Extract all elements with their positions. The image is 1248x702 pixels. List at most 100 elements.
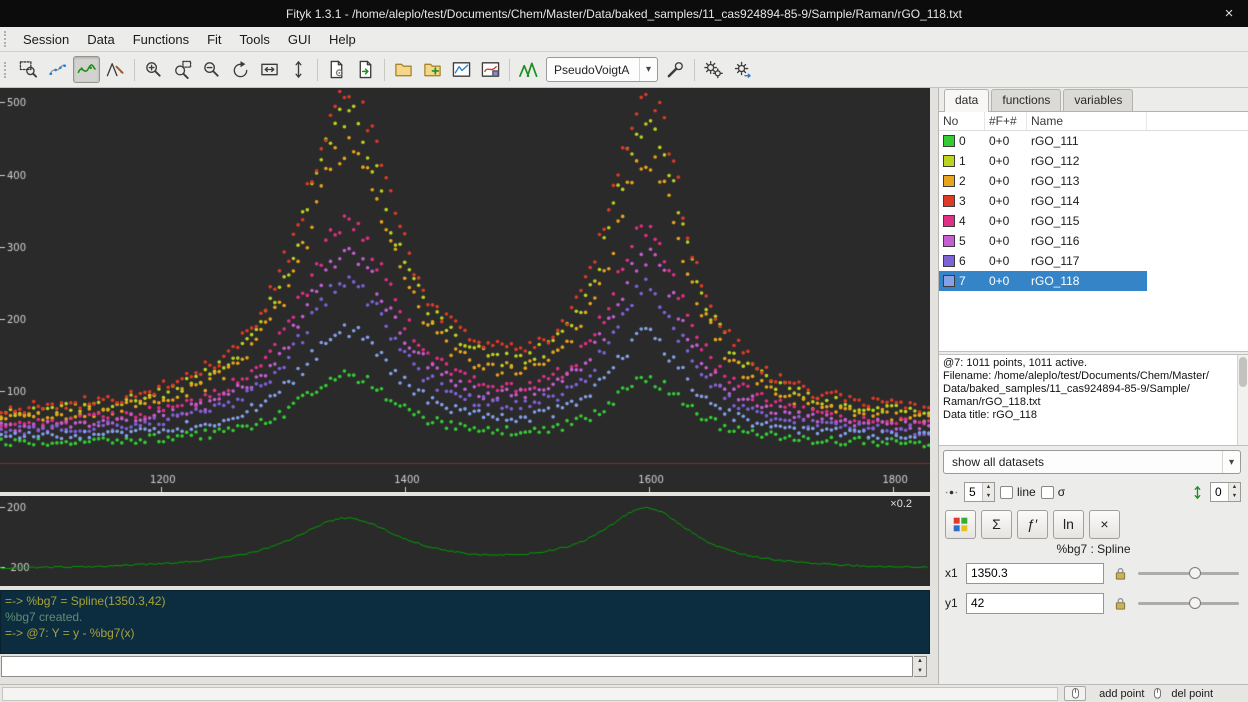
dataset-index: 2 bbox=[959, 174, 966, 188]
data-export-button[interactable] bbox=[477, 56, 504, 83]
data-range-mode-button[interactable] bbox=[44, 56, 71, 83]
line-checkbox[interactable]: line bbox=[1000, 485, 1036, 499]
color-swatch[interactable] bbox=[943, 215, 955, 227]
load-data-button[interactable] bbox=[390, 56, 417, 83]
lock-icon[interactable] bbox=[1110, 593, 1130, 613]
zoom-vertical-button[interactable] bbox=[285, 56, 312, 83]
spinner-down-icon[interactable]: ▼ bbox=[983, 492, 994, 501]
tab-variables[interactable]: variables bbox=[1063, 89, 1133, 111]
zoom-previous-button[interactable] bbox=[227, 56, 254, 83]
command-history-spinner[interactable]: ▲ ▼ bbox=[914, 656, 927, 677]
zoom-all-button[interactable] bbox=[256, 56, 283, 83]
param-x1-input[interactable] bbox=[966, 563, 1104, 584]
dataset-colors-button[interactable] bbox=[945, 510, 976, 539]
menu-data[interactable]: Data bbox=[78, 29, 123, 50]
mouse-hints-button[interactable] bbox=[1064, 686, 1086, 701]
dataset-row-rGO_118[interactable]: 70+0rGO_118 bbox=[939, 271, 1248, 291]
aux-plot[interactable]: ×0.2 bbox=[0, 496, 930, 586]
color-swatch[interactable] bbox=[943, 235, 955, 247]
toolbar-grip[interactable] bbox=[4, 62, 9, 78]
menu-gui[interactable]: GUI bbox=[279, 29, 320, 50]
sigma-checkbox[interactable]: σ bbox=[1041, 485, 1065, 499]
param-y1-slider[interactable] bbox=[1136, 593, 1241, 613]
column-header[interactable]: #F+# bbox=[985, 112, 1027, 130]
sigma-checkbox-box[interactable] bbox=[1041, 486, 1054, 499]
info-line: Data title: rGO_118 bbox=[943, 409, 1234, 422]
color-swatch[interactable] bbox=[943, 255, 955, 267]
dataset-fcount: 0+0 bbox=[985, 211, 1027, 231]
derivative-button[interactable]: ƒ′ bbox=[1017, 510, 1048, 539]
zoom-out-button[interactable] bbox=[198, 56, 225, 83]
tab-data[interactable]: data bbox=[944, 89, 989, 112]
color-swatch[interactable] bbox=[943, 135, 955, 147]
info-scrollbar-thumb[interactable] bbox=[1239, 357, 1247, 387]
dataset-index: 1 bbox=[959, 154, 966, 168]
append-data-button[interactable] bbox=[419, 56, 446, 83]
peak-type-combobox[interactable]: PseudoVoigtA ▾ bbox=[546, 57, 658, 82]
zoom-box-button[interactable] bbox=[169, 56, 196, 83]
spinner-up-icon[interactable]: ▲ bbox=[1229, 483, 1240, 492]
add-function-button[interactable] bbox=[515, 56, 542, 83]
log-button[interactable]: ln bbox=[1053, 510, 1084, 539]
menu-functions[interactable]: Functions bbox=[124, 29, 198, 50]
baseline-mode-button[interactable] bbox=[73, 56, 100, 83]
dataset-row-rGO_117[interactable]: 60+0rGO_117 bbox=[939, 251, 1248, 271]
toolbar-left-group bbox=[14, 56, 543, 83]
dataset-filter-dropdown[interactable]: show all datasets ▾ bbox=[943, 450, 1241, 474]
param-x1-slider[interactable] bbox=[1136, 563, 1241, 583]
data-editor-button[interactable] bbox=[448, 56, 475, 83]
shift-spinner[interactable]: 0 ▲▼ bbox=[1210, 482, 1241, 502]
dataset-row-rGO_115[interactable]: 40+0rGO_115 bbox=[939, 211, 1248, 231]
color-swatch[interactable] bbox=[943, 275, 955, 287]
point-size-spinner[interactable]: 5 ▲▼ bbox=[964, 482, 995, 502]
slider-handle[interactable] bbox=[1189, 597, 1201, 609]
main-plot[interactable] bbox=[0, 88, 930, 492]
sum-button[interactable]: Σ bbox=[981, 510, 1012, 539]
menu-help[interactable]: Help bbox=[320, 29, 365, 50]
plot-column: ×0.2 =-> %bg7 = Spline(1350.3,42)%bg7 cr… bbox=[0, 88, 930, 680]
shift-arrows-icon[interactable] bbox=[1190, 485, 1205, 500]
dataset-filter-value: show all datasets bbox=[952, 455, 1044, 469]
info-scrollbar[interactable] bbox=[1237, 355, 1248, 445]
aux-plot-canvas[interactable] bbox=[0, 496, 930, 586]
dataset-name: rGO_113 bbox=[1027, 171, 1147, 191]
dataset-row-rGO_112[interactable]: 10+0rGO_112 bbox=[939, 151, 1248, 171]
line-checkbox-box[interactable] bbox=[1000, 486, 1013, 499]
slider-handle[interactable] bbox=[1189, 567, 1201, 579]
history-down-button[interactable]: ▼ bbox=[914, 667, 926, 677]
param-y1-input[interactable] bbox=[966, 593, 1104, 614]
exec-script-button[interactable] bbox=[352, 56, 379, 83]
point-size-value: 5 bbox=[965, 483, 982, 501]
menu-session[interactable]: Session bbox=[14, 29, 78, 50]
menu-tools[interactable]: Tools bbox=[231, 29, 279, 50]
dataset-row-rGO_113[interactable]: 20+0rGO_113 bbox=[939, 171, 1248, 191]
auto-add-button[interactable] bbox=[662, 56, 689, 83]
dataset-row-rGO_116[interactable]: 50+0rGO_116 bbox=[939, 231, 1248, 251]
fit-run-button[interactable] bbox=[700, 56, 727, 83]
main-plot-canvas[interactable] bbox=[0, 88, 930, 492]
dataset-row-rGO_114[interactable]: 30+0rGO_114 bbox=[939, 191, 1248, 211]
dataset-row-rGO_111[interactable]: 00+0rGO_111 bbox=[939, 131, 1248, 151]
toolbar-separator bbox=[694, 59, 695, 81]
delete-button[interactable]: × bbox=[1089, 510, 1120, 539]
history-up-button[interactable]: ▲ bbox=[914, 657, 926, 667]
tab-functions[interactable]: functions bbox=[991, 89, 1061, 111]
menu-fit[interactable]: Fit bbox=[198, 29, 230, 50]
color-swatch[interactable] bbox=[943, 175, 955, 187]
command-input[interactable] bbox=[1, 656, 913, 677]
menubar-grip[interactable] bbox=[4, 31, 9, 47]
column-header[interactable]: No bbox=[939, 112, 985, 130]
add-peak-mode-icon bbox=[106, 60, 125, 79]
column-header[interactable]: Name bbox=[1027, 112, 1147, 130]
spinner-up-icon[interactable]: ▲ bbox=[983, 483, 994, 492]
spinner-down-icon[interactable]: ▼ bbox=[1229, 492, 1240, 501]
lock-icon[interactable] bbox=[1110, 563, 1130, 583]
zoom-mode-button[interactable] bbox=[15, 56, 42, 83]
color-swatch[interactable] bbox=[943, 155, 955, 167]
fit-settings-button[interactable] bbox=[729, 56, 756, 83]
color-swatch[interactable] bbox=[943, 195, 955, 207]
close-button[interactable]: × bbox=[1220, 4, 1238, 22]
add-peak-mode-button[interactable] bbox=[102, 56, 129, 83]
zoom-in-button[interactable] bbox=[140, 56, 167, 83]
new-session-button[interactable] bbox=[323, 56, 350, 83]
